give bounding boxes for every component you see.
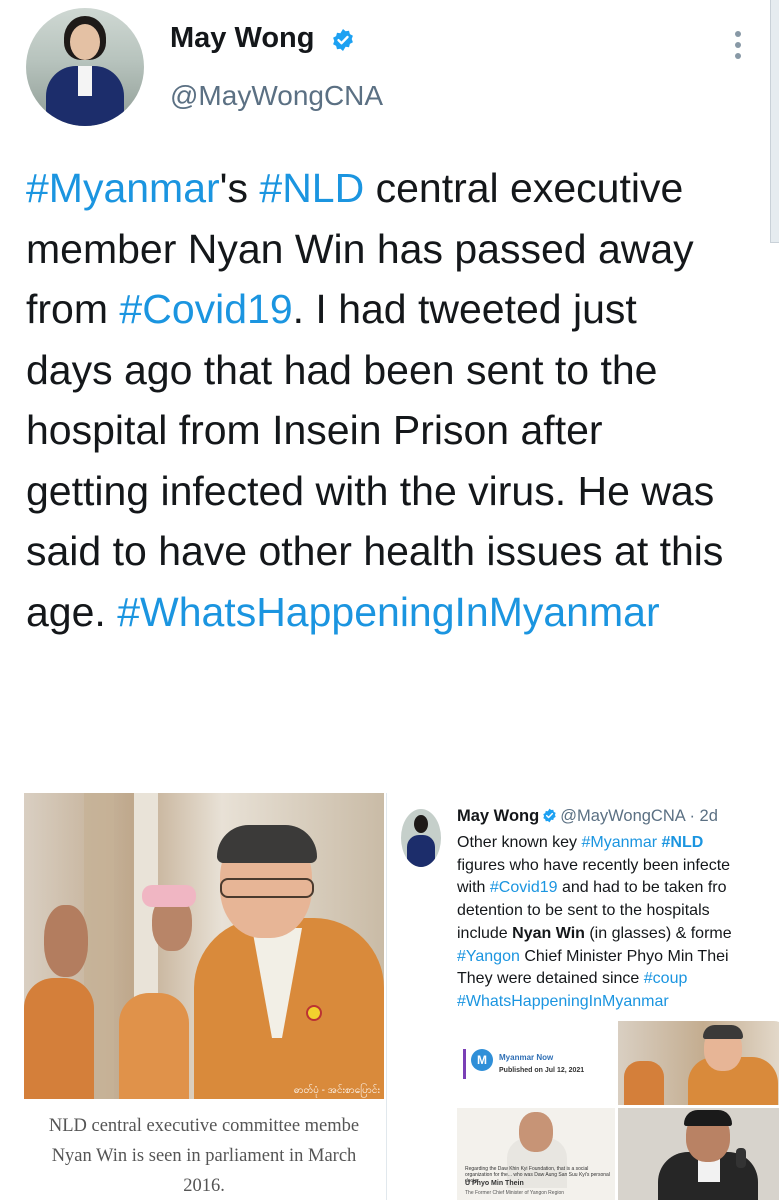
hashtag-link[interactable]: #Myanmar [26, 165, 220, 211]
quoted-avatar [401, 809, 441, 867]
author-handle[interactable]: @MayWongCNA [170, 80, 383, 112]
quoted-text-segment: (in glasses) & forme [589, 924, 732, 942]
verified-badge-icon [333, 29, 353, 51]
more-vertical-icon[interactable] [726, 28, 750, 62]
thumb-subtitle: The Former Chief Minister of Yangon Regi… [465, 1190, 565, 1196]
quoted-text-segment: Nyan Win [512, 924, 585, 942]
nyan-win-thumb [618, 1021, 779, 1105]
quoted-tweet-screenshot[interactable]: May Wong @MayWongCNA · 2d Other known key… [386, 793, 779, 1200]
hashtag-link[interactable]: #NLD [259, 165, 364, 211]
verified-badge-icon [543, 808, 556, 823]
article-card-thumb: M Myanmar Now Published on Jul 12, 2021 [457, 1021, 615, 1105]
quoted-hashtag: #Myanmar [581, 834, 658, 851]
tweet-text: #Myanmar's #NLD central executive member… [26, 158, 726, 642]
tweet-text-segment: 's [219, 165, 260, 211]
phyo-min-thein-card-thumb: Regarding the Daw Khin Kyi Foundation, t… [457, 1108, 615, 1200]
article-date: Published on Jul 12, 2021 [499, 1067, 585, 1074]
quoted-hashtag: #NLD [661, 834, 704, 851]
quoted-tweet-text: Other known key #Myanmar #NLD figures wh… [457, 832, 779, 1014]
hashtag-link[interactable]: #Covid19 [119, 286, 292, 332]
quoted-hashtag: #coup [643, 970, 688, 988]
quoted-hashtag: #Yangon [457, 947, 520, 965]
quoted-author-handle: @MayWongCNA [560, 807, 685, 825]
quoted-header: May Wong @MayWongCNA · 2d [457, 807, 718, 826]
myanmar-now-logo-icon: M [471, 1049, 493, 1071]
author-avatar[interactable] [26, 8, 144, 126]
tweet-text-segment: . I had tweeted just days ago that had b… [26, 286, 724, 635]
scrollbar[interactable] [770, 0, 779, 243]
quoted-author-name: May Wong [457, 807, 540, 825]
article-source: Myanmar Now [499, 1053, 554, 1062]
quoted-text-segment: Other known key [457, 834, 582, 851]
quoted-hashtag: #WhatsHappeningInMyanmar [457, 992, 669, 1010]
quoted-media-grid: M Myanmar Now Published on Jul 12, 2021 … [457, 1021, 779, 1200]
tweet-media-photo[interactable]: ဓာတ်ပုံ - အင်းစာပြောင်း NLD central exec… [24, 793, 384, 1200]
quoted-time: · 2d [689, 807, 718, 825]
photo-credit: ဓာတ်ပုံ - အင်းစာပြောင်း [293, 1085, 380, 1096]
thumb-name: U Phyo Min Thein [465, 1180, 524, 1187]
author-name[interactable]: May Wong [170, 22, 314, 55]
phyo-min-thein-thumb [618, 1108, 779, 1200]
photo-caption: NLD central executive committee membe Ny… [48, 1116, 360, 1196]
nyan-win-photo[interactable]: ဓာတ်ပုံ - အင်းစာပြောင်း [24, 793, 384, 1099]
hashtag-link[interactable]: #WhatsHappeningInMyanmar [117, 589, 659, 635]
quoted-hashtag: #Covid19 [489, 879, 558, 897]
